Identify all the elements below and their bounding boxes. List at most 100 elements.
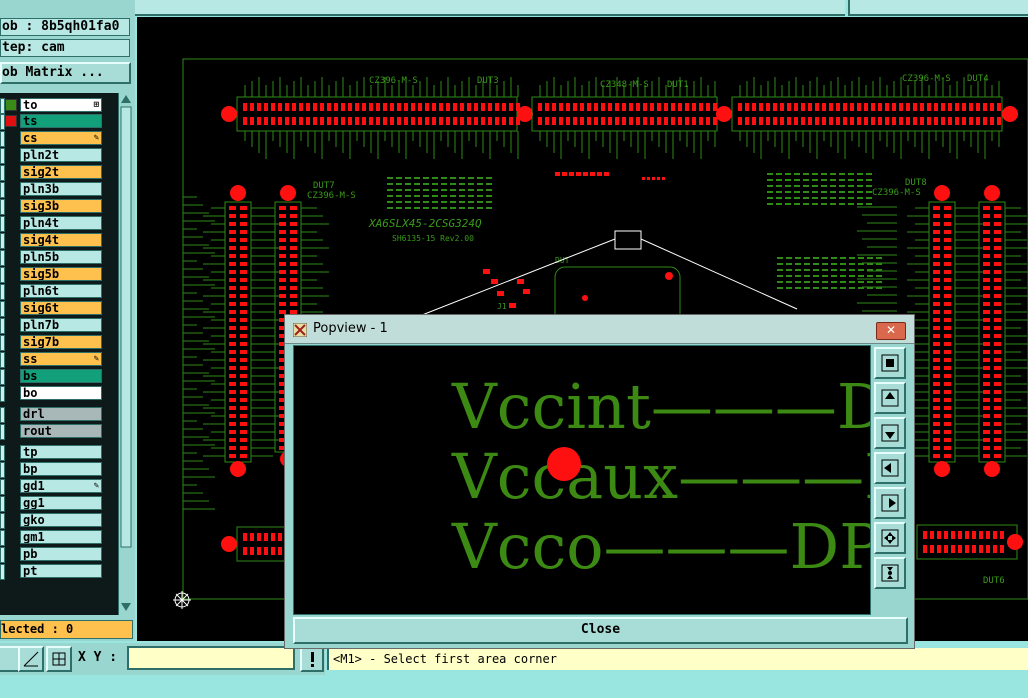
- layer-row[interactable]: pt: [0, 563, 118, 580]
- layer-name[interactable]: gko: [20, 513, 102, 527]
- tool-button[interactable]: [0, 646, 20, 672]
- layer-row[interactable]: gm1: [0, 529, 118, 546]
- layer-row[interactable]: pb: [0, 546, 118, 563]
- layer-checkbox[interactable]: [0, 131, 5, 147]
- layer-checkbox[interactable]: [0, 530, 5, 546]
- layer-row[interactable]: pln6t: [0, 283, 118, 300]
- layer-checkbox[interactable]: [0, 165, 5, 181]
- layer-checkbox[interactable]: [0, 386, 5, 402]
- layer-color-swatch[interactable]: [5, 115, 17, 127]
- zoom-fit-button[interactable]: [874, 347, 906, 379]
- layer-list-scrollbar[interactable]: [118, 93, 133, 615]
- layer-name[interactable]: to ⊞: [20, 98, 102, 112]
- zoom-out-button[interactable]: [874, 557, 906, 589]
- layer-row[interactable]: pln3b: [0, 181, 118, 198]
- layer-name[interactable]: pb: [20, 547, 102, 561]
- layer-checkbox[interactable]: [0, 233, 5, 249]
- layer-checkbox[interactable]: [0, 182, 5, 198]
- layer-name[interactable]: sig2t: [20, 165, 102, 179]
- layer-checkbox[interactable]: [0, 199, 5, 215]
- layer-name[interactable]: cs ✎: [20, 131, 102, 145]
- layer-row[interactable]: sig4t: [0, 232, 118, 249]
- layer-name[interactable]: tp: [20, 445, 102, 459]
- layer-checkbox[interactable]: [0, 369, 5, 385]
- measure-tool-button[interactable]: [18, 646, 44, 672]
- layer-checkbox[interactable]: [0, 352, 5, 368]
- layer-row[interactable]: sig2t: [0, 164, 118, 181]
- layer-checkbox[interactable]: [0, 267, 5, 283]
- layer-row[interactable]: bs: [0, 368, 118, 385]
- layer-name[interactable]: pln5b: [20, 250, 102, 264]
- layer-checkbox[interactable]: [0, 148, 5, 164]
- layer-row[interactable]: gko: [0, 512, 118, 529]
- layer-row[interactable]: bo: [0, 385, 118, 402]
- layer-checkbox[interactable]: [0, 424, 5, 440]
- layer-name[interactable]: sig6t: [20, 301, 102, 315]
- layer-checkbox[interactable]: [0, 496, 5, 512]
- popview-titlebar[interactable]: Popview - 1 ✕: [285, 315, 914, 344]
- layer-name[interactable]: pln7b: [20, 318, 102, 332]
- layer-row[interactable]: cs ✎: [0, 130, 118, 147]
- pan-right-button[interactable]: [874, 487, 906, 519]
- layer-name[interactable]: ts: [20, 114, 102, 128]
- warning-button[interactable]: [300, 646, 324, 672]
- layer-checkbox[interactable]: [0, 407, 5, 423]
- layer-name[interactable]: gg1: [20, 496, 102, 510]
- layer-row[interactable]: rout: [0, 423, 118, 440]
- layer-row[interactable]: ts: [0, 113, 118, 130]
- layer-name[interactable]: pln4t: [20, 216, 102, 230]
- layer-name[interactable]: sig3b: [20, 199, 102, 213]
- layer-checkbox[interactable]: [0, 335, 5, 351]
- grid-tool-button[interactable]: [46, 646, 72, 672]
- layer-name[interactable]: drl: [20, 407, 102, 421]
- layer-name[interactable]: bs: [20, 369, 102, 383]
- pan-down-button[interactable]: [874, 417, 906, 449]
- layer-checkbox[interactable]: [0, 479, 5, 495]
- layer-name[interactable]: pln6t: [20, 284, 102, 298]
- layer-checkbox[interactable]: [0, 462, 5, 478]
- layer-row[interactable]: sig5b: [0, 266, 118, 283]
- layer-row[interactable]: gg1: [0, 495, 118, 512]
- window-close-button[interactable]: ✕: [876, 322, 906, 340]
- layer-name[interactable]: sig5b: [20, 267, 102, 281]
- layer-checkbox[interactable]: [0, 250, 5, 266]
- layer-checkbox[interactable]: [0, 445, 5, 461]
- layer-row[interactable]: pln2t: [0, 147, 118, 164]
- layer-checkbox[interactable]: [0, 547, 5, 563]
- layer-row[interactable]: bp: [0, 461, 118, 478]
- popview-viewport[interactable]: Vccint———DP Vccaux———D Vcco———DPS: [293, 345, 871, 615]
- layer-row[interactable]: drl: [0, 406, 118, 423]
- layer-name[interactable]: pt: [20, 564, 102, 578]
- layer-checkbox[interactable]: [0, 513, 5, 529]
- layer-name[interactable]: ss ✎: [20, 352, 102, 366]
- layer-row[interactable]: sig3b: [0, 198, 118, 215]
- pan-left-button[interactable]: [874, 452, 906, 484]
- layer-row[interactable]: sig7b: [0, 334, 118, 351]
- layer-row[interactable]: to ⊞: [0, 97, 118, 114]
- zoom-in-button[interactable]: [874, 522, 906, 554]
- layer-name[interactable]: pln3b: [20, 182, 102, 196]
- layer-row[interactable]: pln4t: [0, 215, 118, 232]
- layer-row[interactable]: sig6t: [0, 300, 118, 317]
- layer-name[interactable]: rout: [20, 424, 102, 438]
- layer-row[interactable]: pln5b: [0, 249, 118, 266]
- layer-name[interactable]: gd1 ✎: [20, 479, 102, 493]
- layer-checkbox[interactable]: [0, 318, 5, 334]
- layer-name[interactable]: gm1: [20, 530, 102, 544]
- close-button[interactable]: Close: [293, 617, 908, 644]
- layer-name[interactable]: bo: [20, 386, 102, 400]
- layer-row[interactable]: pln7b: [0, 317, 118, 334]
- layer-checkbox[interactable]: [0, 564, 5, 580]
- layer-name[interactable]: bp: [20, 462, 102, 476]
- layer-checkbox[interactable]: [0, 301, 5, 317]
- layer-name[interactable]: sig4t: [20, 233, 102, 247]
- layer-row[interactable]: ss ✎: [0, 351, 118, 368]
- layer-name[interactable]: sig7b: [20, 335, 102, 349]
- layer-color-swatch[interactable]: [5, 99, 17, 111]
- layer-checkbox[interactable]: [0, 216, 5, 232]
- layer-row[interactable]: gd1 ✎: [0, 478, 118, 495]
- layer-checkbox[interactable]: [0, 284, 5, 300]
- job-matrix-button[interactable]: ob Matrix ...: [0, 62, 131, 84]
- pan-up-button[interactable]: [874, 382, 906, 414]
- layer-row[interactable]: tp: [0, 444, 118, 461]
